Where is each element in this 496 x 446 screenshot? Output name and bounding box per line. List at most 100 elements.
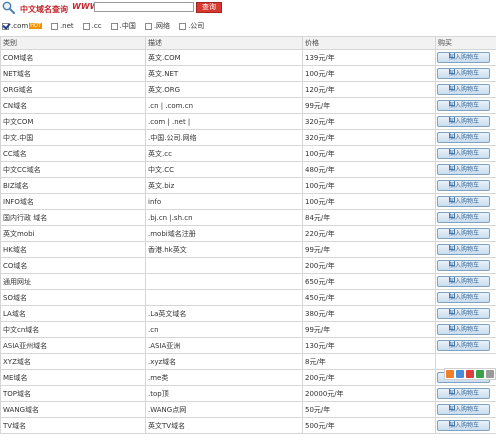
cell-desc: .com | .net | [145,113,303,130]
cell-category: ASIA亚州域名 [0,337,146,354]
cell-buy: 加入购物车 [435,225,496,242]
add-to-cart-button[interactable]: 加入购物车 [437,132,490,143]
cell-price: 99元/年 [302,97,436,114]
table-row: COM域名 英文.COM 139元/年 加入购物车 [0,49,496,66]
add-to-cart-button[interactable]: 加入购物车 [437,212,490,223]
add-to-cart-button[interactable]: 加入购物车 [437,68,490,79]
table-row: HK域名 香港.hk英文 99元/年 加入购物车 [0,241,496,258]
tld-option[interactable]: .net [50,22,74,30]
share-icon-red[interactable] [466,370,474,378]
add-to-cart-label: 加入购物车 [449,262,480,269]
cell-category: NET域名 [0,65,146,82]
search-title: 中文域名查询 [20,5,68,14]
cell-buy: 加入购物车 [435,337,496,354]
tld-checkbox[interactable] [2,22,9,30]
cell-buy: 加入购物车 [435,417,496,434]
cell-desc: info [145,193,303,210]
add-to-cart-label: 加入购物车 [449,326,480,333]
cell-desc [145,273,303,290]
cell-desc: .bj.cn |.sh.cn [145,209,303,226]
cell-price: 380元/年 [302,305,436,322]
add-to-cart-button[interactable]: 加入购物车 [437,244,490,255]
share-icon-gray[interactable] [486,370,494,378]
cell-price: 500元/年 [302,417,436,434]
add-to-cart-button[interactable]: 加入购物车 [437,164,490,175]
cell-category: CN域名 [0,97,146,114]
add-to-cart-label: 加入购物车 [449,246,480,253]
add-to-cart-button[interactable]: 加入购物车 [437,180,490,191]
table-row: TV域名 英文TV域名 500元/年 加入购物车 [0,417,496,434]
add-to-cart-label: 加入购物车 [449,310,480,317]
add-to-cart-label: 加入购物车 [449,166,480,173]
share-icon-orange[interactable] [446,370,454,378]
tld-option[interactable]: .网络 [144,21,170,31]
cell-desc: 英文.ORG [145,81,303,98]
add-to-cart-label: 加入购物车 [449,70,480,77]
cell-buy: 加入购物车 [435,209,496,226]
cell-desc: .La英文域名 [145,305,303,322]
tld-checkbox[interactable] [179,22,187,30]
add-to-cart-button[interactable]: 加入购物车 [437,292,490,303]
cell-category: CC域名 [0,145,146,162]
cell-desc: .WANG点网 [145,401,303,418]
add-to-cart-button[interactable]: 加入购物车 [437,404,490,415]
table-row: CN域名 .cn | .com.cn 99元/年 加入购物车 [0,97,496,114]
add-to-cart-button[interactable]: 加入购物车 [437,116,490,127]
cell-buy: 加入购物车 [435,401,496,418]
tld-label: .com [11,22,29,30]
table-row: NET域名 英文.NET 100元/年 加入购物车 [0,65,496,82]
share-icon-green[interactable] [476,370,484,378]
add-to-cart-button[interactable]: 加入购物车 [437,100,490,111]
share-icon-blue[interactable] [456,370,464,378]
add-to-cart-button[interactable]: 加入购物车 [437,148,490,159]
cell-buy: 加入购物车 [435,321,496,338]
cell-price: 200元/年 [302,369,436,386]
cell-price: 130元/年 [302,337,436,354]
cell-buy: 加入购物车 [435,97,496,114]
add-to-cart-button[interactable]: 加入购物车 [437,324,490,335]
search-button[interactable]: 查询 [196,2,222,13]
add-to-cart-button[interactable]: 加入购物车 [437,196,490,207]
cell-category: LA域名 [0,305,146,322]
cell-price: 50元/年 [302,401,436,418]
tld-option[interactable]: .中国 [110,21,136,31]
add-to-cart-button[interactable]: 加入购物车 [437,228,490,239]
cell-category: HK域名 [0,241,146,258]
tld-option[interactable]: .公司 [179,21,204,31]
cell-buy: 加入购物车 [435,273,496,290]
add-to-cart-button[interactable]: 加入购物车 [437,276,490,287]
tld-checkbox[interactable] [82,22,90,30]
tld-checkbox[interactable] [144,22,152,30]
cell-price: 99元/年 [302,241,436,258]
cell-desc: .cn | .com.cn [145,97,303,114]
cell-desc: .cn [145,321,303,338]
add-to-cart-button[interactable]: 加入购物车 [437,388,490,399]
tld-label: .cc [91,22,102,30]
cell-category: 中文cn域名 [0,321,146,338]
domain-search-input[interactable] [94,2,194,12]
add-to-cart-button[interactable]: 加入购物车 [437,308,490,319]
add-to-cart-button[interactable]: 加入购物车 [437,340,490,351]
tld-checkbox[interactable] [50,22,58,30]
tld-options: .com HOT .net .cc .中国 .网络 .公司 [2,21,213,33]
add-to-cart-button[interactable]: 加入购物车 [437,52,490,63]
tld-option[interactable]: .cc [82,22,102,30]
table-row: 国内行政 域名 .bj.cn |.sh.cn 84元/年 加入购物车 [0,209,496,226]
header-price: 价格 [302,36,436,50]
tld-checkbox[interactable] [110,22,118,30]
cell-price: 480元/年 [302,161,436,178]
table-row: 中文COM .com | .net | 320元/年 加入购物车 [0,113,496,130]
add-to-cart-label: 加入购物车 [449,390,480,397]
add-to-cart-label: 加入购物车 [449,102,480,109]
cell-desc: .mobi域名注册 [145,225,303,242]
add-to-cart-label: 加入购物车 [449,422,480,429]
cell-price: 84元/年 [302,209,436,226]
table-row: BIZ域名 英文.biz 100元/年 加入购物车 [0,177,496,194]
add-to-cart-button[interactable]: 加入购物车 [437,420,490,431]
table-row: WANG域名 .WANG点网 50元/年 加入购物车 [0,401,496,418]
cell-desc: 英文.NET [145,65,303,82]
tld-option[interactable]: .com HOT [2,22,42,30]
add-to-cart-button[interactable]: 加入购物车 [437,84,490,95]
add-to-cart-button[interactable]: 加入购物车 [437,260,490,271]
cell-price: 8元/年 [302,353,436,370]
